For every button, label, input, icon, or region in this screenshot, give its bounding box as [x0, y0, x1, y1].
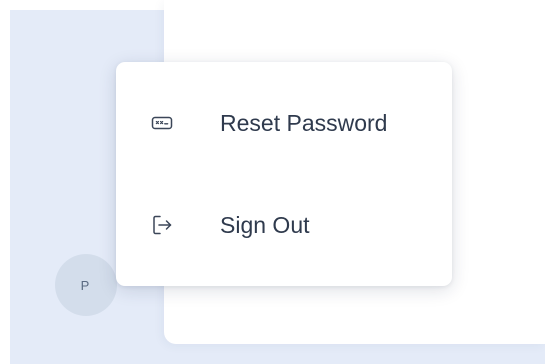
reset-password-label: Reset Password	[220, 109, 388, 136]
password-field-icon	[150, 111, 174, 135]
avatar-initial: P	[80, 277, 90, 293]
sign-out-label: Sign Out	[220, 211, 310, 238]
reset-password-menu-item[interactable]: Reset Password	[116, 98, 452, 148]
sign-out-icon	[150, 213, 174, 237]
user-menu-dropdown: Reset Password Sign Out	[116, 62, 452, 286]
user-avatar[interactable]: P	[55, 254, 117, 316]
sign-out-menu-item[interactable]: Sign Out	[116, 200, 452, 250]
